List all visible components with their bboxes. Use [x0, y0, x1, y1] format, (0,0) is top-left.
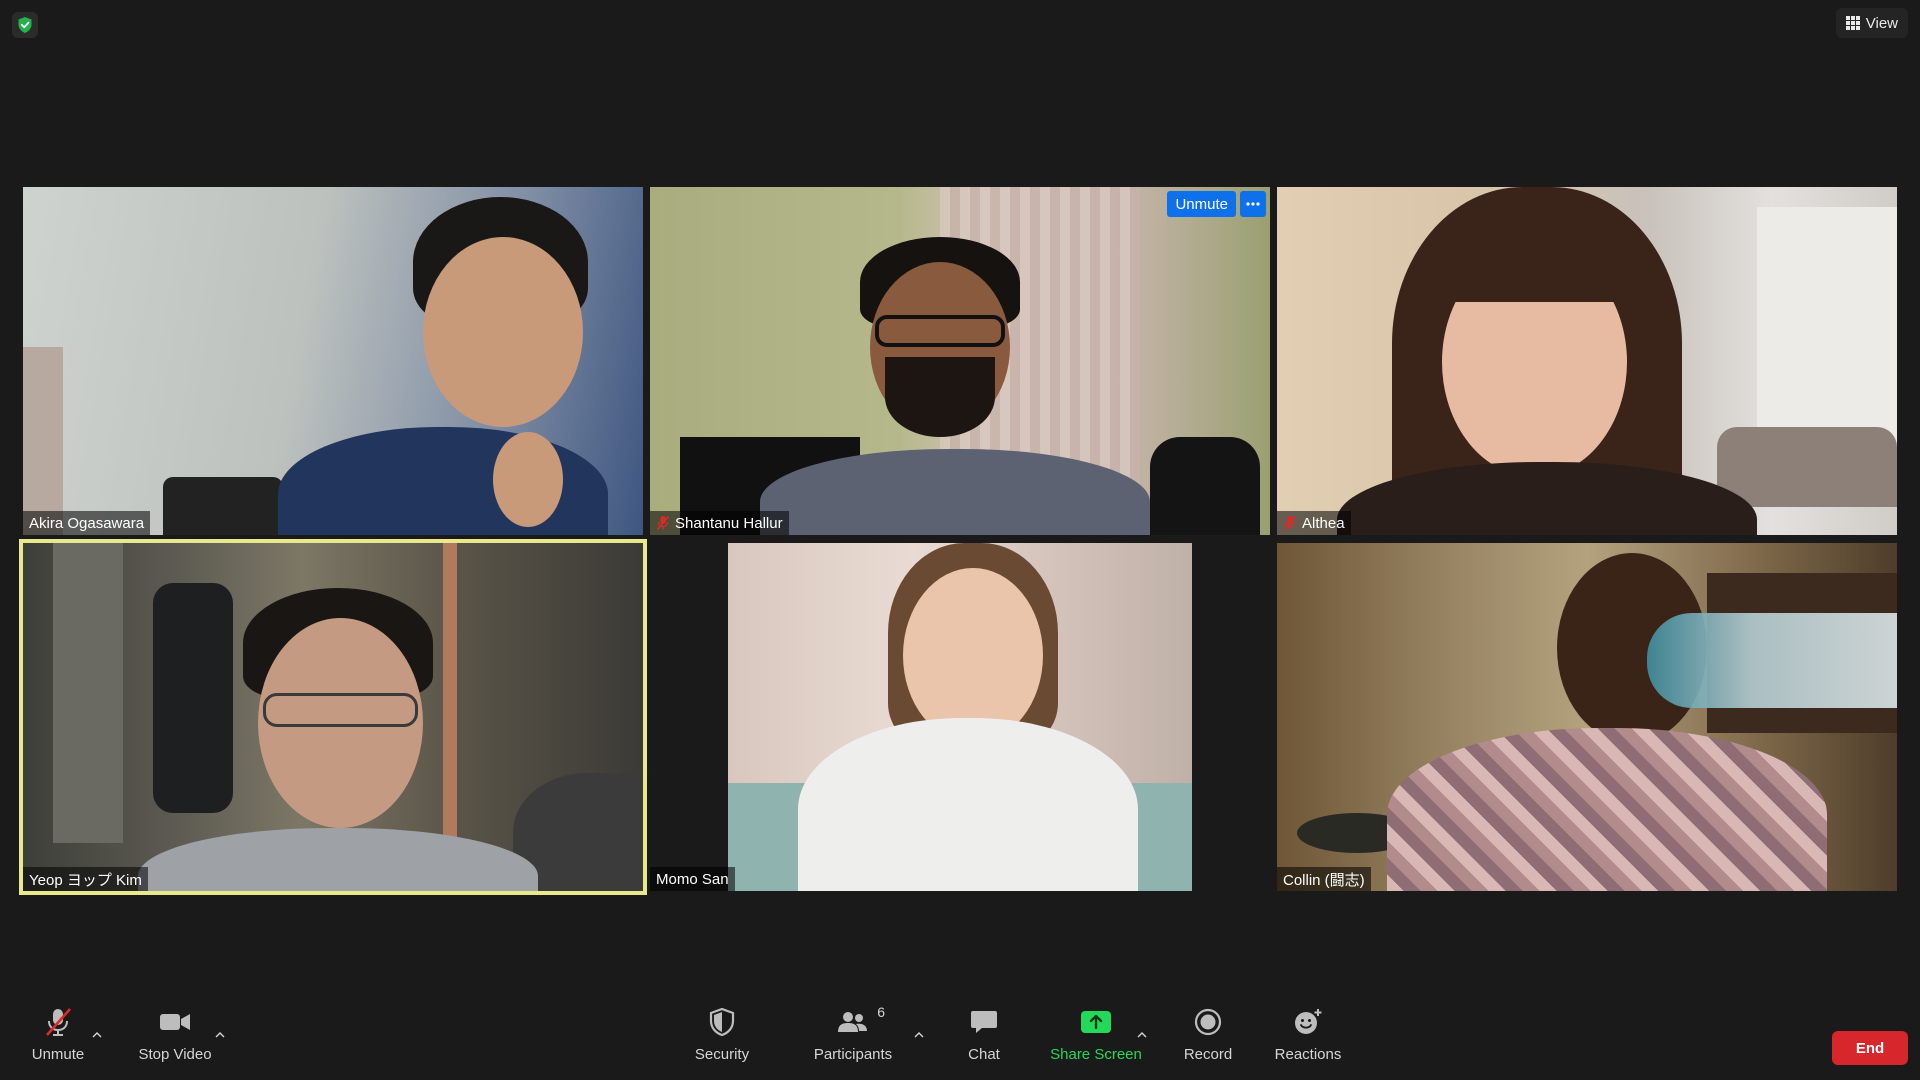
- zoom-meeting-window: View Akira Ogasawara Unmute Shantanu Hal…: [0, 0, 1920, 1080]
- grid-icon: [1845, 16, 1860, 30]
- participant-name-tag: Collin (闘志): [1277, 867, 1371, 891]
- security-shield-icon: [709, 1008, 735, 1036]
- video-tile-althea[interactable]: Althea: [1277, 187, 1897, 535]
- participants-count: 6: [877, 1004, 885, 1020]
- participant-unmute-button[interactable]: Unmute: [1167, 191, 1236, 217]
- record-button[interactable]: Record: [1178, 1002, 1238, 1076]
- participant-unmute-label: Unmute: [1175, 195, 1228, 213]
- video-tile-momo-san[interactable]: Momo San: [650, 543, 1270, 891]
- stop-video-button[interactable]: Stop Video: [132, 1002, 218, 1076]
- security-button[interactable]: Security: [683, 1002, 761, 1076]
- video-feed: [728, 543, 1192, 891]
- participants-label: Participants: [813, 1046, 893, 1063]
- participant-name: Shantanu Hallur: [675, 514, 783, 532]
- participant-name-tag: Momo San: [650, 867, 735, 891]
- video-camera-icon: [160, 1014, 190, 1030]
- end-meeting-button[interactable]: End: [1832, 1031, 1908, 1065]
- tile-action-bar: Unmute: [1167, 191, 1266, 217]
- video-feed: [650, 187, 1270, 535]
- view-label: View: [1865, 14, 1898, 32]
- stop-video-label: Stop Video: [138, 1046, 212, 1063]
- reactions-label: Reactions: [1274, 1046, 1342, 1063]
- muted-mic-icon: [1283, 515, 1297, 531]
- video-feed: [23, 187, 643, 535]
- record-label: Record: [1183, 1046, 1233, 1063]
- meeting-toolbar: Unmute Stop Video Security 6 Participant…: [0, 998, 1920, 1080]
- participants-button[interactable]: 6 Participants: [808, 1002, 898, 1076]
- share-options-caret-icon[interactable]: [1135, 1028, 1149, 1042]
- unmute-button[interactable]: Unmute: [22, 1002, 94, 1076]
- participants-icon: [838, 1012, 867, 1032]
- participant-name: Yeop ヨップ Kim: [29, 871, 142, 889]
- end-label: End: [1855, 1039, 1885, 1057]
- chat-label: Chat: [968, 1046, 1000, 1063]
- muted-mic-icon: [656, 515, 670, 531]
- video-tile-yeop-kim[interactable]: Yeop ヨップ Kim: [23, 543, 643, 891]
- participant-name-tag: Althea: [1277, 511, 1351, 535]
- chat-bubble-icon: [971, 1011, 997, 1033]
- muted-microphone-icon: [46, 1008, 71, 1036]
- audio-options-caret-icon[interactable]: [90, 1028, 104, 1042]
- participant-name: Althea: [1302, 514, 1345, 532]
- chat-button[interactable]: Chat: [955, 1002, 1013, 1076]
- participant-name-tag: Akira Ogasawara: [23, 511, 151, 535]
- view-button[interactable]: View: [1835, 8, 1908, 38]
- ellipsis-icon: [1246, 202, 1260, 206]
- security-label: Security: [694, 1046, 750, 1063]
- share-screen-label: Share Screen: [1050, 1046, 1142, 1063]
- participant-name-tag: Shantanu Hallur: [650, 511, 789, 535]
- participant-more-options-button[interactable]: [1240, 191, 1266, 217]
- unmute-label: Unmute: [31, 1046, 85, 1063]
- emoji-reaction-icon: [1295, 1009, 1322, 1034]
- video-feed: [23, 543, 643, 891]
- participant-name: Akira Ogasawara: [29, 514, 145, 532]
- participants-options-caret-icon[interactable]: [912, 1028, 926, 1042]
- encryption-shield-icon[interactable]: [12, 12, 38, 38]
- reactions-button[interactable]: Reactions: [1270, 1002, 1346, 1076]
- video-options-caret-icon[interactable]: [213, 1028, 227, 1042]
- video-tile-collin[interactable]: Collin (闘志): [1277, 543, 1897, 891]
- participant-name-tag: Yeop ヨップ Kim: [23, 867, 148, 891]
- video-tile-shantanu[interactable]: Unmute Shantanu Hallur: [650, 187, 1270, 535]
- participant-name: Momo San: [656, 870, 729, 888]
- participant-name: Collin (闘志): [1283, 871, 1365, 889]
- share-screen-button[interactable]: Share Screen: [1047, 1002, 1145, 1076]
- video-feed: [1277, 187, 1897, 535]
- video-feed: [1277, 543, 1897, 891]
- record-icon: [1194, 1008, 1222, 1036]
- video-tile-akira[interactable]: Akira Ogasawara: [23, 187, 643, 535]
- share-screen-arrow-icon: [1081, 1011, 1111, 1033]
